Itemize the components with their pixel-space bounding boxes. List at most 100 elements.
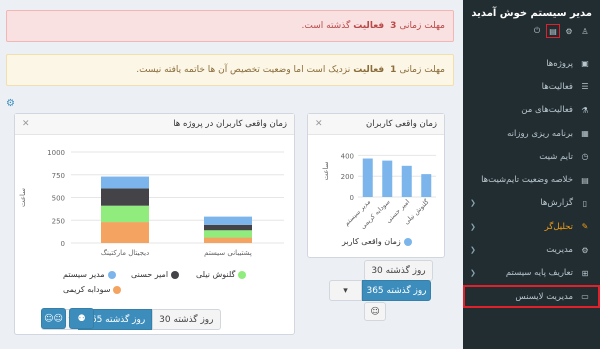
settings-icon[interactable]: ⚙ xyxy=(564,26,574,36)
sidebar-header: مدیر سیستم خوش آمدید ♙ ⚙ ▤ ⏻ xyxy=(463,0,600,52)
group-view-button[interactable]: ⚉ xyxy=(69,308,94,329)
close-icon[interactable]: ✕ xyxy=(22,119,30,129)
bar-segment xyxy=(101,188,149,206)
sidebar-item-label: تعاریف پایه سیستم xyxy=(505,268,573,279)
users-icon: ☺☺ xyxy=(44,313,63,324)
bar xyxy=(401,165,412,197)
bar-segment xyxy=(204,216,252,225)
bar-chart: 0200400ساعتمدیر سیستمسودابه کریمیامیر حس… xyxy=(322,152,436,231)
range-365-button[interactable]: 365 روز گذشته xyxy=(362,280,431,301)
y-axis-label: ساعت xyxy=(322,161,330,180)
sidebar-item-3[interactable]: ▦ برنامه ریزی روزانه xyxy=(463,122,600,145)
sidebar-item-4[interactable]: ◷ تایم شیت xyxy=(463,145,600,168)
chart-legend: زمان واقعی کاربر xyxy=(308,235,444,249)
legend-label: گلنوش نیلی xyxy=(196,270,236,279)
sidebar-item-label: تایم شیت xyxy=(539,151,573,162)
sidebar: مدیر سیستم خوش آمدید ♙ ⚙ ▤ ⏻ ▣ پروژه‌ها ☰ ف… xyxy=(463,0,600,349)
group-users-button[interactable]: ☺☺ xyxy=(41,308,66,329)
big-range-buttons: ... ▾ 365 روز گذشته 30 روز گذشته xyxy=(41,309,221,330)
alert-overdue-count: 3 xyxy=(390,21,397,31)
y-axis-label: ساعت xyxy=(19,188,27,207)
bar-segment xyxy=(204,230,252,238)
chevron-left-icon: ❮ xyxy=(470,269,476,278)
sidebar-item-7[interactable]: ✎ تحلیل‌گر ❮ xyxy=(463,215,600,238)
sidebar-item-6[interactable]: ▯ گزارش‌ها ❮ xyxy=(463,192,600,215)
file-icon: ▯ xyxy=(582,198,588,208)
user-icon[interactable]: ♙ xyxy=(580,26,590,36)
legend-item[interactable]: مدیر سیستم xyxy=(63,270,116,279)
sidebar-item-0[interactable]: ▣ پروژه‌ها xyxy=(463,52,600,75)
sidebar-item-label: تحلیل‌گر xyxy=(544,221,573,232)
sidebar-item-2[interactable]: ⚗ فعالیت‌های من xyxy=(463,99,600,122)
y-tick-label: 1000 xyxy=(47,149,65,157)
alert-near-prefix: مهلت زمانی xyxy=(399,65,445,75)
bar-segment xyxy=(101,205,149,223)
legend-label: امیر حسنی xyxy=(131,270,169,279)
bar xyxy=(421,174,432,197)
panel-users-in-projects: ✕ زمان واقعی کاربران در پروژه ها 0 250 500… xyxy=(14,113,295,335)
legend-item[interactable]: امیر حسنی xyxy=(131,270,180,279)
chevron-left-icon: ❮ xyxy=(470,199,476,208)
alert-near-count: 1 xyxy=(390,65,397,75)
alert-near-suffix: نزدیک است اما وضعیت تخصیص آن ها خاتمه یا… xyxy=(136,65,351,75)
panel-title: زمان واقعی کاربران در پروژه ها xyxy=(173,119,287,129)
range-30-button[interactable]: 30 روز گذشته xyxy=(152,309,221,330)
chevron-left-icon: ❮ xyxy=(470,222,476,231)
sidebar-item-label: فعالیت‌ها xyxy=(541,81,573,92)
id-card-icon[interactable]: ▤ xyxy=(546,24,560,38)
list-icon: ☰ xyxy=(581,82,589,92)
bar-segment xyxy=(101,222,149,243)
sidebar-item-1[interactable]: ☰ فعالیت‌ها xyxy=(463,75,600,98)
y-tick-label: 0 xyxy=(350,194,354,202)
chevron-left-icon: ❮ xyxy=(470,246,476,255)
y-tick-label: 0 xyxy=(61,240,65,248)
panel-users-in-projects-header: ✕ زمان واقعی کاربران در پروژه ها xyxy=(15,114,294,135)
y-tick-label: 200 xyxy=(341,173,354,181)
sidebar-item-label: مدیریت لایسنس xyxy=(515,291,573,302)
power-icon[interactable]: ⏻ xyxy=(532,26,542,36)
dropdown-caret-button[interactable]: ▾ xyxy=(329,280,362,301)
legend-swatch xyxy=(113,285,122,294)
sidebar-item-label: مدیریت xyxy=(546,245,573,256)
alert-overdue: مهلت زمانی 3 فعالیت گذشته است. xyxy=(6,10,454,42)
range-30-button[interactable]: 30 روز گذشته xyxy=(364,260,433,281)
license-icon: ▭ xyxy=(581,292,589,302)
welcome-title: مدیر سیستم خوش آمدید xyxy=(471,8,592,19)
x-tick-label: پشتیبانی سیستم xyxy=(204,249,252,257)
sidebar-item-5[interactable]: ▤ خلاصه وضعیت تایم‌شیت‌ها xyxy=(463,168,600,191)
y-tick-label: 500 xyxy=(52,195,65,203)
sidebar-menu: ▣ پروژه‌ها ☰ فعالیت‌ها ⚗ فعالیت‌های من ▦ برنامه… xyxy=(463,52,600,309)
x-tick-label: دیجیتال مارکتینگ xyxy=(101,248,149,257)
legend-item[interactable]: گلنوش نیلی xyxy=(196,270,247,279)
legend-swatch xyxy=(403,237,412,246)
stacked-bar-chart: 0 250 500 750 1000 ساعت دیجیتال مارکتینگ پشتیبا… xyxy=(19,149,284,257)
bar-segment xyxy=(101,176,149,189)
pencil-icon: ✎ xyxy=(581,222,589,232)
users-filter-button[interactable]: ☺ xyxy=(364,302,386,321)
chart-legend: مدیر سیستم امیر حسنی گلنوش نیلی سودابه کریم… xyxy=(15,266,294,300)
sidebar-item-label: گزارش‌ها xyxy=(540,198,573,209)
flask-icon: ⚗ xyxy=(581,105,589,115)
panel-title: زمان واقعی کاربران xyxy=(365,119,437,129)
bar-segment xyxy=(204,224,252,231)
small-range-365-group: ▾ 365 روز گذشته xyxy=(329,280,431,301)
sidebar-item-label: پروژه‌ها xyxy=(546,58,573,69)
legend-swatch xyxy=(107,270,116,279)
dashboard-settings-icon[interactable]: ⚙ xyxy=(6,98,15,109)
legend-item[interactable]: زمان واقعی کاربر xyxy=(342,237,412,246)
sidebar-item-9[interactable]: ⊞ تعاریف پایه سیستم ❮ xyxy=(463,262,600,285)
sidebar-item-8[interactable]: ⚙ مدیریت ❮ xyxy=(463,238,600,261)
legend-item[interactable]: سودابه کریمی xyxy=(63,285,122,294)
sidebar-item-10[interactable]: ▭ مدیریت لایسنس xyxy=(463,284,600,309)
close-icon[interactable]: ✕ xyxy=(315,119,323,129)
summary-icon: ▤ xyxy=(581,175,589,185)
y-tick-label: 400 xyxy=(341,152,354,160)
small-range-30-group: 30 روز گذشته xyxy=(364,260,433,281)
alert-overdue-suffix: گذشته است. xyxy=(301,21,351,31)
clock-icon: ◷ xyxy=(581,152,589,162)
panel-users-actual-time-header: ✕ زمان واقعی کاربران xyxy=(308,114,444,135)
alert-near-deadline: مهلت زمانی 1 فعالیت نزدیک است اما وضعیت … xyxy=(6,54,454,86)
bar xyxy=(362,158,373,197)
alert-overdue-word: فعالیت xyxy=(353,21,385,31)
alert-overdue-prefix: مهلت زمانی xyxy=(399,21,445,31)
